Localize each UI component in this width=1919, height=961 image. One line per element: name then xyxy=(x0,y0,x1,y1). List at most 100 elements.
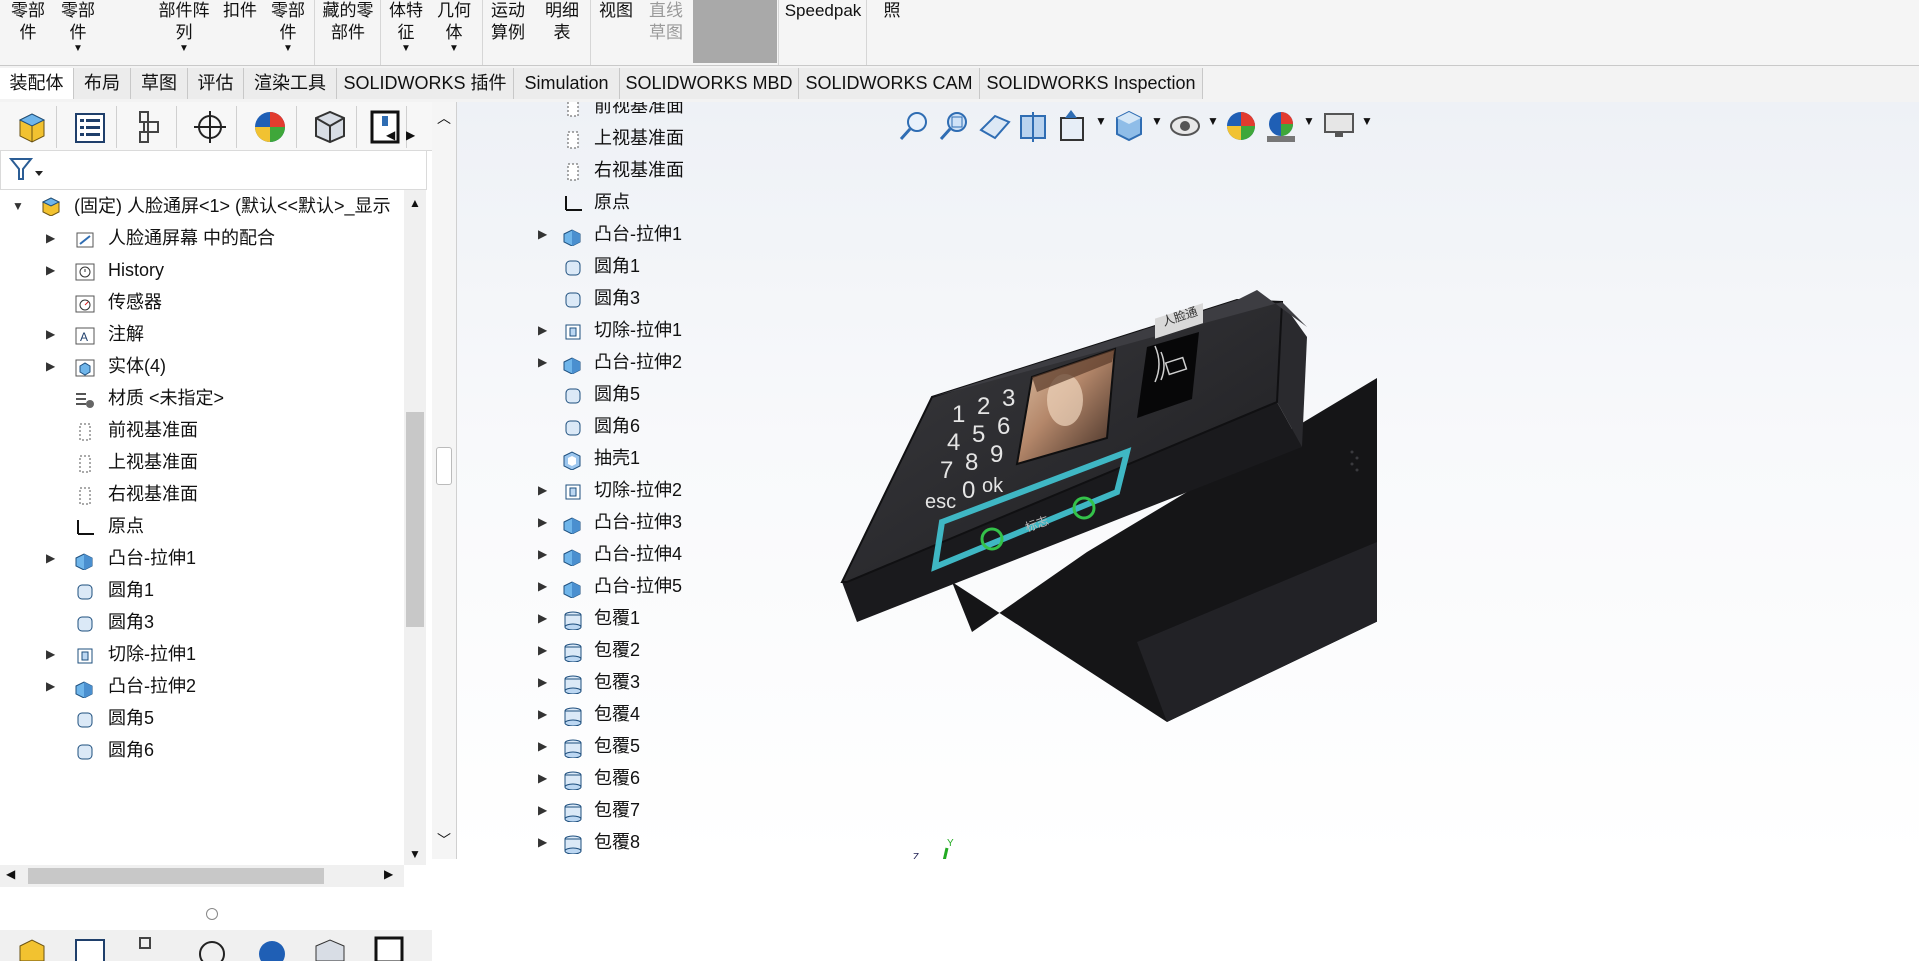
ribbon-item-13[interactable]: 照 xyxy=(870,0,914,65)
dimxpert-manager-tab[interactable] xyxy=(184,106,237,148)
expand-arrow-icon[interactable]: ▶ xyxy=(538,506,554,538)
panel-splitter[interactable]: ︿ ﹀ xyxy=(432,102,457,859)
splitter-handle[interactable] xyxy=(436,447,452,485)
expand-arrow-icon[interactable]: ▶ xyxy=(46,350,64,382)
panel-tab-scroll[interactable]: ◀ ▶ xyxy=(382,128,422,148)
scroll-thumb[interactable] xyxy=(406,412,424,627)
tab-solidworks-mbd[interactable]: SOLIDWORKS MBD xyxy=(620,68,799,99)
ribbon-item-9[interactable]: 明细 表 xyxy=(540,0,584,65)
ribbon-item-11[interactable]: 直线 草图 xyxy=(644,0,688,65)
chevron-up-icon[interactable]: ︿ xyxy=(437,108,451,128)
view-settings-monitor-icon[interactable] xyxy=(1321,108,1357,144)
expand-arrow-icon[interactable]: ▶ xyxy=(538,730,554,762)
ribbon-item-2[interactable]: 部件阵 列 ▼ xyxy=(150,0,218,65)
expand-arrow-icon[interactable]: ▶ xyxy=(538,762,554,794)
expand-arrow-icon[interactable]: ▶ xyxy=(538,570,554,602)
display-style-dropdown[interactable]: ▼ xyxy=(1151,114,1163,128)
expand-arrow-icon[interactable]: ▶ xyxy=(538,698,554,730)
tree-row[interactable]: 材质 <未指定> xyxy=(0,382,404,414)
display-manager-tab[interactable] xyxy=(244,106,297,148)
configuration-manager-tab[interactable] xyxy=(124,106,177,148)
scroll-thumb[interactable] xyxy=(28,868,324,884)
ribbon-item-4[interactable]: 零部 件 ▼ xyxy=(266,0,310,65)
tree-row[interactable]: ▶ 实体(4) xyxy=(0,350,404,382)
tree-row[interactable]: 传感器 xyxy=(0,286,404,318)
expand-arrow-icon[interactable]: ▶ xyxy=(46,318,64,350)
tree-row[interactable]: ▶ History xyxy=(0,254,404,286)
expand-arrow-icon[interactable]: ▶ xyxy=(538,634,554,666)
ribbon-item-6[interactable]: 体特 征 ▼ xyxy=(384,0,428,65)
tab-solidworks-inspection[interactable]: SOLIDWORKS Inspection xyxy=(980,68,1203,99)
chevron-left-icon[interactable]: ◀ xyxy=(386,128,395,142)
expand-arrow-icon[interactable]: ▼ xyxy=(12,190,30,222)
tree-row[interactable]: 圆角6 xyxy=(0,734,404,766)
tree-horizontal-scrollbar[interactable]: ◀ ▶ xyxy=(0,865,404,887)
apply-scene-icon[interactable] xyxy=(1263,108,1299,144)
expand-arrow-icon[interactable]: ▶ xyxy=(46,670,64,702)
ribbon-item-3[interactable]: 扣件 xyxy=(218,0,262,65)
ribbon-item-5[interactable]: 藏的零 部件 xyxy=(318,0,378,65)
tree-row[interactable]: 前视基准面 xyxy=(0,414,404,446)
tree-row[interactable]: ▶ 人脸通屏幕 中的配合 xyxy=(0,222,404,254)
expand-arrow-icon[interactable]: ▶ xyxy=(538,218,554,250)
expand-arrow-icon[interactable]: ▶ xyxy=(46,542,64,574)
tree-row[interactable]: 圆角5 xyxy=(0,702,404,734)
tree-vertical-scrollbar[interactable]: ▲ ▼ xyxy=(404,190,426,865)
apply-scene-dropdown[interactable]: ▼ xyxy=(1303,114,1315,128)
ribbon-item-10[interactable]: 视图 xyxy=(594,0,638,65)
chevron-right-icon[interactable]: ▶ xyxy=(406,128,415,142)
tab-layout[interactable]: 布局 xyxy=(74,68,131,99)
chevron-down-icon[interactable]: ﹀ xyxy=(437,830,451,850)
expand-arrow-icon[interactable]: ▶ xyxy=(538,826,554,858)
zoom-to-fit-icon[interactable] xyxy=(897,108,933,144)
tree-row[interactable]: ▶ A 注解 xyxy=(0,318,404,350)
zoom-to-area-icon[interactable] xyxy=(937,108,973,144)
hide-show-items-icon[interactable] xyxy=(1167,108,1203,144)
tab-solidworks-addins[interactable]: SOLIDWORKS 插件 xyxy=(337,68,514,99)
feature-manager-tab[interactable] xyxy=(4,106,57,148)
ribbon-item-8[interactable]: 运动 算例 xyxy=(486,0,530,65)
expand-arrow-icon[interactable]: ▶ xyxy=(538,538,554,570)
tree-row[interactable]: 圆角3 xyxy=(0,606,404,638)
face-recognition-device-model[interactable]: 1 2 3 4 5 6 7 8 9 esc 0 ok 人脸通 标志 xyxy=(837,252,1377,722)
ribbon-placeholder-button[interactable] xyxy=(693,0,777,63)
expand-arrow-icon[interactable]: ▶ xyxy=(46,254,64,286)
tab-solidworks-cam[interactable]: SOLIDWORKS CAM xyxy=(799,68,980,99)
cam-feature-tree-tab[interactable] xyxy=(304,106,357,148)
tab-assembly[interactable]: 装配体 xyxy=(0,68,74,99)
tree-filter-bar[interactable] xyxy=(0,150,427,190)
panel-split-grip[interactable] xyxy=(206,908,218,920)
hide-show-dropdown[interactable]: ▼ xyxy=(1207,114,1219,128)
tree-root-row[interactable]: ▼ (固定) 人脸通屏<1> (默认<<默认>_显示 xyxy=(0,190,404,222)
graphics-area[interactable]: 前视基准面 上视基准面 右视基准面 原点 ▶ 凸台-拉伸1 圆角1 圆角3 ▶ 切除-拉伸1 ▶ 凸台… xyxy=(457,102,1919,859)
tab-render-tools[interactable]: 渲染工具 xyxy=(244,68,337,99)
tree-row[interactable]: ▶ 切除-拉伸1 xyxy=(0,638,404,670)
ribbon-item-0[interactable]: 零部 件 xyxy=(0,0,56,65)
tree-row[interactable]: ▶ 凸台-拉伸1 xyxy=(0,542,404,574)
view-orientation-dropdown[interactable]: ▼ xyxy=(1095,114,1107,128)
scroll-up-icon[interactable]: ▲ xyxy=(409,196,421,210)
property-manager-tab[interactable] xyxy=(64,106,117,148)
edit-appearance-icon[interactable] xyxy=(1223,108,1259,144)
expand-arrow-icon[interactable]: ▶ xyxy=(538,602,554,634)
tab-simulation[interactable]: Simulation xyxy=(514,68,620,99)
scroll-left-icon[interactable]: ◀ xyxy=(6,867,15,881)
tree-row[interactable]: 圆角1 xyxy=(0,574,404,606)
ribbon-item-7[interactable]: 几何 体 ▼ xyxy=(432,0,476,65)
ribbon-item-1[interactable]: 零部 件 ▼ xyxy=(56,0,100,65)
tab-sketch[interactable]: 草图 xyxy=(131,68,188,99)
view-orientation-icon[interactable] xyxy=(1055,108,1091,144)
tree-row[interactable]: 上视基准面 xyxy=(0,446,404,478)
ribbon-item-speedpak[interactable]: Speedpak xyxy=(782,0,864,65)
display-style-icon[interactable] xyxy=(1111,108,1147,144)
scroll-right-icon[interactable]: ▶ xyxy=(384,867,393,881)
expand-arrow-icon[interactable]: ▶ xyxy=(46,638,64,670)
expand-arrow-icon[interactable]: ▶ xyxy=(538,794,554,826)
expand-arrow-icon[interactable]: ▶ xyxy=(46,222,64,254)
expand-arrow-icon[interactable]: ▶ xyxy=(538,474,554,506)
section-view-icon[interactable] xyxy=(1015,108,1051,144)
tree-row[interactable]: 右视基准面 xyxy=(0,478,404,510)
expand-arrow-icon[interactable]: ▶ xyxy=(538,666,554,698)
tree-row[interactable]: ▶ 凸台-拉伸2 xyxy=(0,670,404,702)
expand-arrow-icon[interactable]: ▶ xyxy=(538,314,554,346)
